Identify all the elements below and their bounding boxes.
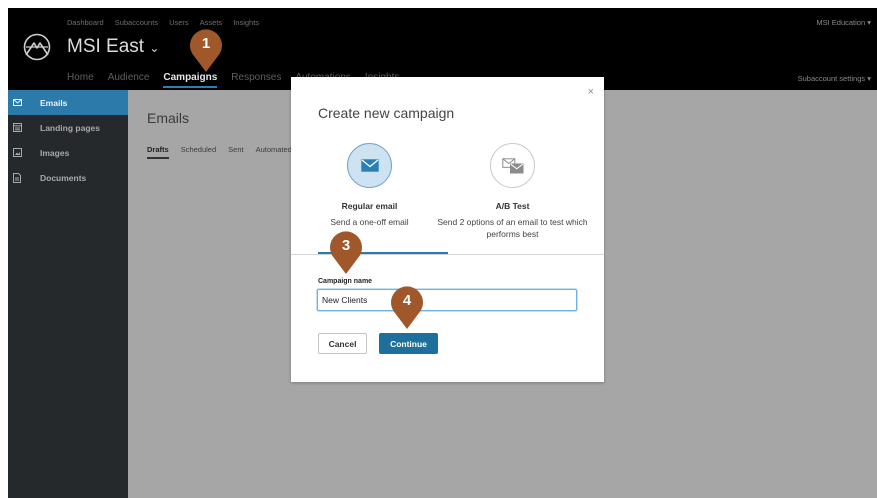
subaccount-switcher[interactable]: MSI East ⌄ (67, 36, 159, 58)
envelope-icon (12, 98, 22, 108)
caret-down-icon: ▾ (867, 18, 871, 27)
callout-marker-1: 1 (188, 27, 224, 73)
image-icon (12, 148, 22, 158)
tab-campaigns[interactable]: Campaigns (163, 72, 218, 88)
option-ab-test[interactable]: A/B Test Send 2 options of an email to t… (434, 143, 591, 240)
two-envelopes-icon (490, 143, 535, 188)
subaccount-name: MSI East (67, 36, 145, 57)
page-title: Emails (147, 110, 190, 126)
top-nav-users[interactable]: Users (169, 18, 189, 27)
sidebar-item-label: Emails (40, 97, 68, 108)
top-nav-assets[interactable]: Assets (200, 18, 223, 27)
sidebar-item-label: Landing pages (40, 122, 100, 133)
sidebar-item-images[interactable]: Images (8, 140, 128, 165)
account-name: MSI Education (816, 18, 866, 27)
sidebar-item-landing-pages[interactable]: Landing pages (8, 115, 128, 140)
option-label: A/B Test (495, 201, 530, 211)
modal-title: Create new campaign (318, 105, 455, 121)
option-regular-email[interactable]: Regular email Send a one-off email (291, 143, 448, 228)
sidebar-item-documents[interactable]: Documents (8, 165, 128, 190)
callout-marker-4: 4 (389, 284, 425, 330)
tab-audience[interactable]: Audience (108, 72, 150, 83)
close-icon[interactable]: × (588, 87, 594, 98)
sidebar-item-label: Documents (40, 172, 87, 183)
tab-home[interactable]: Home (67, 72, 94, 83)
sidebar: Emails Landing pages Images Documents (8, 90, 128, 498)
sidebar-item-emails[interactable]: Emails (8, 90, 128, 115)
top-nav: Dashboard Subaccounts Users Assets Insights (67, 18, 270, 27)
chevron-down-icon: ⌄ (149, 41, 160, 55)
top-nav-subaccounts[interactable]: Subaccounts (115, 18, 158, 27)
document-icon (12, 172, 22, 183)
caret-down-icon: ▾ (867, 74, 871, 83)
tab-automated[interactable]: Automated (256, 145, 292, 154)
campaign-name-input[interactable] (317, 289, 577, 311)
account-menu[interactable]: MSI Education ▾ (816, 18, 871, 27)
top-nav-dashboard[interactable]: Dashboard (67, 18, 104, 27)
page-icon (12, 123, 22, 133)
tab-responses[interactable]: Responses (231, 72, 281, 83)
callout-marker-3: 3 (328, 229, 364, 275)
sidebar-item-label: Images (40, 147, 70, 158)
subaccount-settings-label: Subaccount settings (797, 74, 866, 83)
option-description: Send a one-off email (330, 217, 409, 227)
envelope-icon (347, 143, 392, 188)
logo-icon (23, 33, 51, 61)
campaign-name-label: Campaign name (318, 278, 373, 285)
email-tabs: Drafts Scheduled Sent Automated (147, 145, 304, 159)
top-nav-insights[interactable]: Insights (233, 18, 259, 27)
option-description: Send 2 options of an email to test which… (437, 217, 588, 239)
tab-scheduled[interactable]: Scheduled (181, 145, 216, 154)
cancel-button[interactable]: Cancel (318, 333, 367, 354)
continue-button[interactable]: Continue (379, 333, 438, 354)
option-label: Regular email (341, 201, 398, 211)
subaccount-settings-menu[interactable]: Subaccount settings ▾ (798, 74, 871, 83)
tab-drafts[interactable]: Drafts (147, 145, 169, 159)
tab-sent[interactable]: Sent (228, 145, 243, 154)
